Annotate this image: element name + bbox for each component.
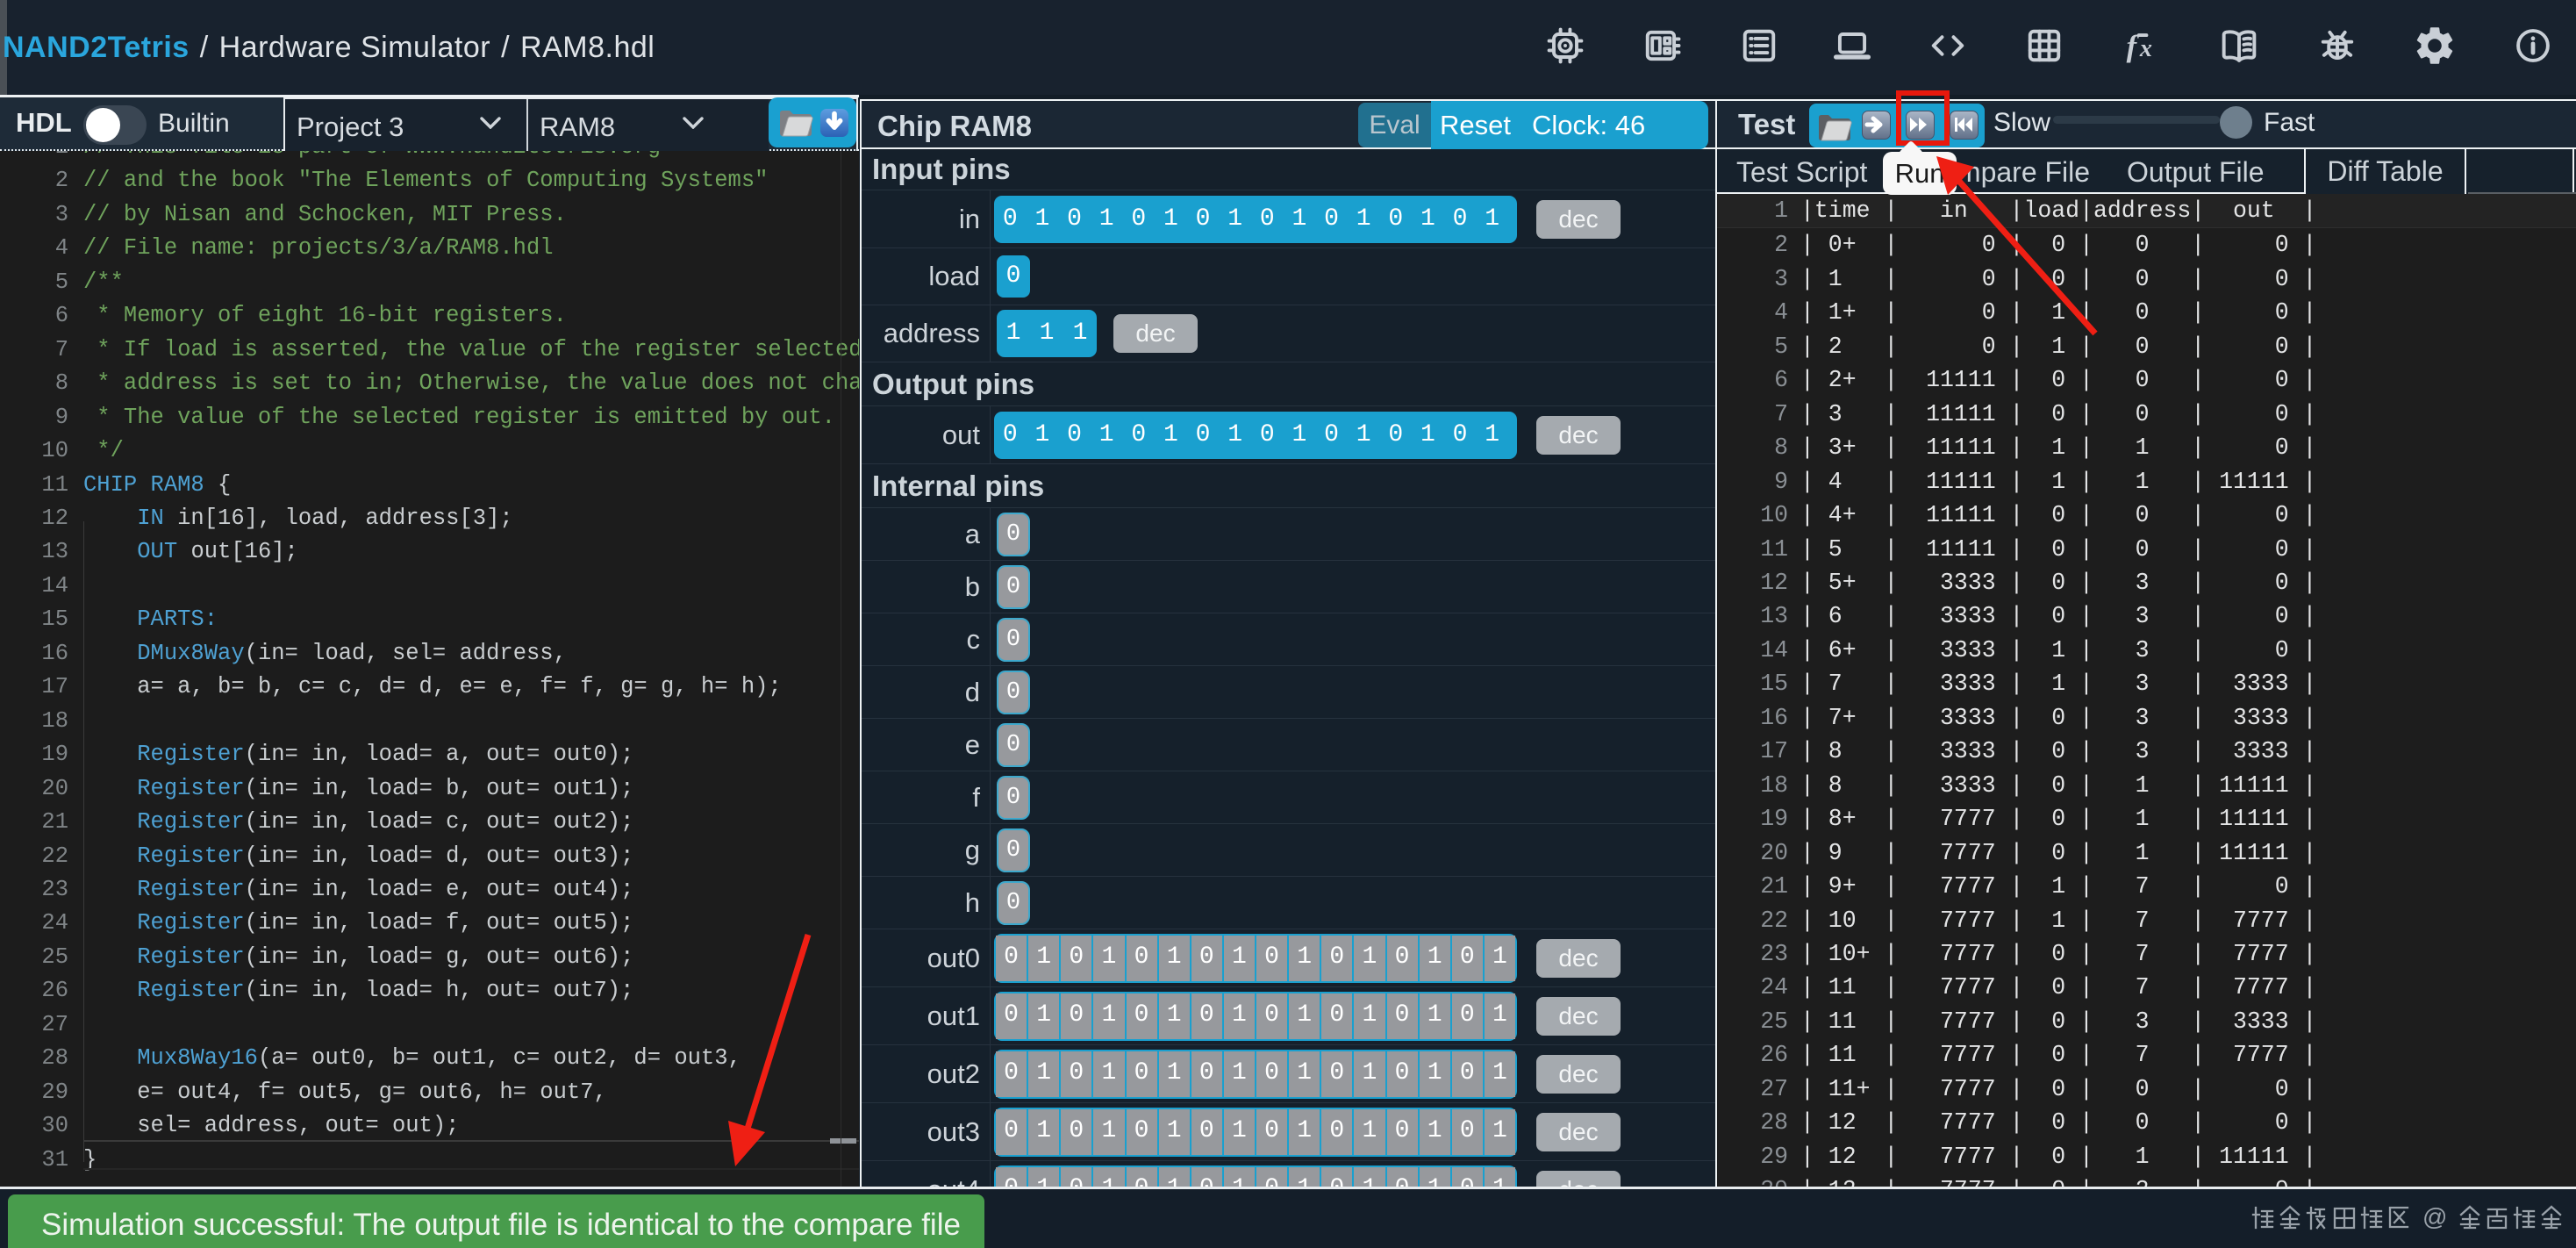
svg-text:x: x — [2139, 35, 2152, 62]
svg-text:@: @ — [2422, 1204, 2447, 1230]
